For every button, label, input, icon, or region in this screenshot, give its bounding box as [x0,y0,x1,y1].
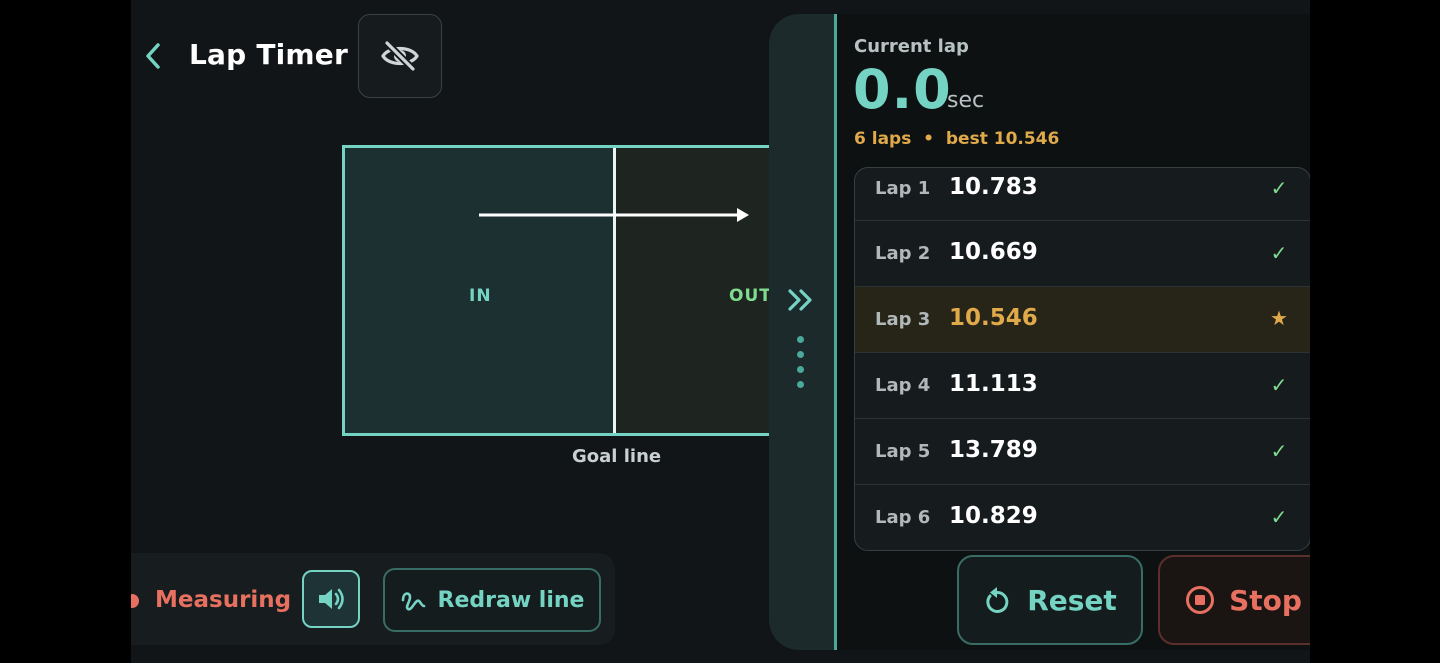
check-icon: ✓ [1270,176,1288,200]
control-bar: Measuring Redraw line [131,553,615,645]
star-icon: ★ [1270,306,1288,330]
back-button[interactable] [139,38,167,74]
check-icon: ✓ [1270,439,1288,463]
list-item-best: Lap 3 10.546 ★ [855,287,1310,353]
toggle-visibility-button[interactable] [358,14,442,98]
current-lap-label: Current lap [854,36,969,57]
chevron-left-icon [146,43,160,69]
current-lap-time: 0.0 [853,58,952,121]
list-item: Lap 2 10.669 ✓ [855,221,1310,287]
stop-icon [1186,586,1215,614]
eye-off-icon [381,40,419,72]
list-item: Lap 1 10.783 ✓ [855,168,1310,221]
recording-dot-icon [131,594,139,608]
list-item: Lap 5 13.789 ✓ [855,419,1310,485]
lap-summary: 6 laps • best 10.546 [854,129,1060,149]
lap-time: 10.546 [949,305,1038,331]
draw-squiggle-icon [401,592,425,611]
lap-name: Lap 2 [875,243,931,264]
lap-name: Lap 6 [875,507,931,528]
check-icon: ✓ [1270,241,1288,265]
current-lap-unit: sec [947,88,985,113]
lap-time: 11.113 [949,371,1038,397]
out-label: OUT [729,286,772,306]
list-item: Lap 6 10.829 ✓ [855,485,1310,550]
lap-time: 10.829 [949,503,1038,529]
redraw-line-label: Redraw line [437,587,585,613]
goal-line [613,148,616,433]
goal-line-caption: Goal line [572,446,662,467]
drag-handle-icon [797,336,804,396]
measuring-status: Measuring [155,587,292,613]
reset-icon [986,587,1009,613]
lap-list[interactable]: Lap 1 10.783 ✓ Lap 2 10.669 ✓ Lap 3 10.5… [854,167,1310,551]
panel-drawer-handle[interactable] [769,14,837,650]
page-title: Lap Timer [189,38,348,71]
lap-timer-screen: Lap Timer IN OUT Goal line Measuring Red… [131,0,1310,663]
lap-time: 10.669 [949,239,1038,265]
stop-button[interactable]: Stop [1158,555,1310,645]
redraw-line-button[interactable]: Redraw line [383,568,601,632]
direction-arrow-icon [479,208,749,222]
check-icon: ✓ [1270,373,1288,397]
list-item: Lap 4 11.113 ✓ [855,353,1310,419]
sound-toggle-button[interactable] [302,570,360,628]
double-chevron-right-icon [788,289,812,311]
lap-time: 13.789 [949,437,1038,463]
lap-name: Lap 3 [875,309,931,330]
lap-time: 10.783 [949,174,1038,200]
speaker-icon [319,588,344,610]
lap-name: Lap 1 [875,178,931,199]
reset-button[interactable]: Reset [957,555,1143,645]
lap-name: Lap 5 [875,441,931,462]
in-label: IN [469,286,492,306]
stop-label: Stop [1229,583,1302,617]
reset-label: Reset [1027,583,1117,617]
check-icon: ✓ [1270,505,1288,529]
lap-name: Lap 4 [875,375,931,396]
